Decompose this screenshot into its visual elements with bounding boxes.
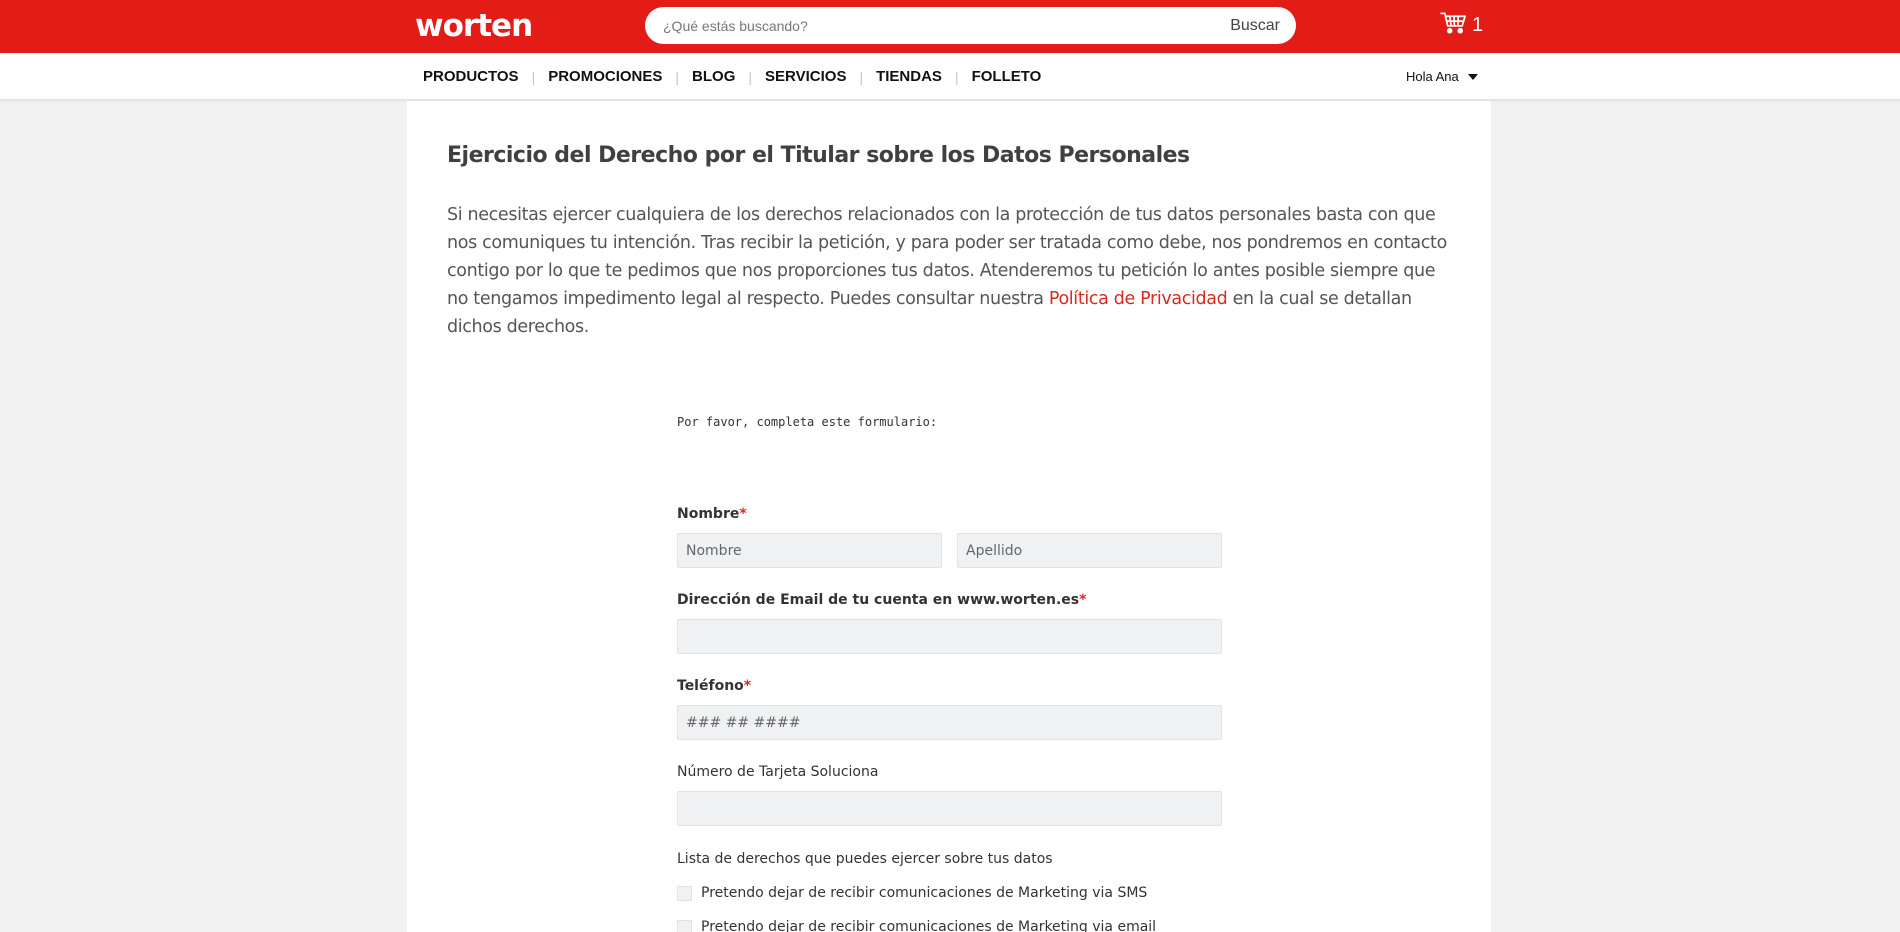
required-star: *: [739, 506, 747, 522]
rights-option-sms[interactable]: Pretendo dejar de recibir comunicaciones…: [677, 885, 1147, 901]
user-menu[interactable]: Hola Ana: [1406, 53, 1478, 100]
top-header: worten Buscar 1: [0, 0, 1900, 53]
email-checkbox[interactable]: [677, 919, 692, 932]
name-label-text: Nombre: [677, 506, 740, 522]
required-star: *: [743, 678, 752, 694]
card-number-field[interactable]: [677, 791, 1222, 826]
phone-label: Teléfono*: [677, 678, 751, 694]
rights-option-email[interactable]: Pretendo dejar de recibir comunicaciones…: [677, 919, 1156, 932]
cart-button[interactable]: 1: [1440, 10, 1483, 40]
search-button[interactable]: Buscar: [1230, 7, 1280, 44]
phone-label-text: Teléfono: [677, 678, 744, 694]
search-bar: Buscar: [645, 7, 1296, 44]
form-intro: Por favor, completa este formulario:: [677, 415, 938, 429]
nav-menu: PRODUCTOS | PROMOCIONES | BLOG | SERVICI…: [423, 53, 1041, 100]
caret-down-icon: [1467, 73, 1478, 80]
cart-count-badge: 1: [1472, 13, 1484, 36]
nav-separator: |: [675, 68, 680, 85]
email-field[interactable]: [677, 619, 1222, 654]
nav-item-promociones[interactable]: PROMOCIONES: [548, 68, 662, 85]
search-input[interactable]: [663, 7, 1183, 44]
intro-paragraph: Si necesitas ejercer cualquiera de los d…: [447, 201, 1457, 341]
last-name-input[interactable]: [957, 533, 1222, 568]
nav-item-servicios[interactable]: SERVICIOS: [765, 68, 846, 85]
content-panel: Ejercicio del Derecho por el Titular sob…: [407, 101, 1491, 932]
nav-item-folleto[interactable]: FOLLETO: [972, 68, 1042, 85]
nav-separator: |: [748, 68, 753, 85]
email-label: Dirección de Email de tu cuenta en www.w…: [677, 592, 1086, 608]
nav-item-tiendas[interactable]: TIENDAS: [876, 68, 942, 85]
nav-item-blog[interactable]: BLOG: [692, 68, 735, 85]
rights-option-label: Pretendo dejar de recibir comunicaciones…: [701, 919, 1157, 932]
page-title: Ejercicio del Derecho por el Titular sob…: [447, 143, 1190, 168]
main-nav: PRODUCTOS | PROMOCIONES | BLOG | SERVICI…: [0, 53, 1900, 100]
required-star: *: [1079, 592, 1087, 608]
rights-option-label: Pretendo dejar de recibir comunicaciones…: [701, 885, 1148, 901]
rights-list-label: Lista de derechos que puedes ejercer sob…: [677, 851, 1053, 867]
nav-separator: |: [954, 68, 959, 85]
card-label: Número de Tarjeta Soluciona: [677, 764, 879, 780]
privacy-policy-link[interactable]: Política de Privacidad: [1049, 289, 1228, 309]
phone-field[interactable]: [677, 705, 1222, 740]
name-label: Nombre*: [677, 506, 747, 522]
shopping-cart-icon: [1440, 11, 1467, 40]
email-label-text: Dirección de Email de tu cuenta en www.w…: [677, 592, 1080, 608]
worten-logo[interactable]: worten: [415, 8, 533, 44]
user-greeting: Hola Ana: [1406, 69, 1459, 84]
sms-checkbox[interactable]: [677, 885, 692, 901]
nav-item-productos[interactable]: PRODUCTOS: [423, 68, 519, 85]
nav-separator: |: [859, 68, 864, 85]
nav-separator: |: [531, 68, 536, 85]
first-name-input[interactable]: [677, 533, 942, 568]
